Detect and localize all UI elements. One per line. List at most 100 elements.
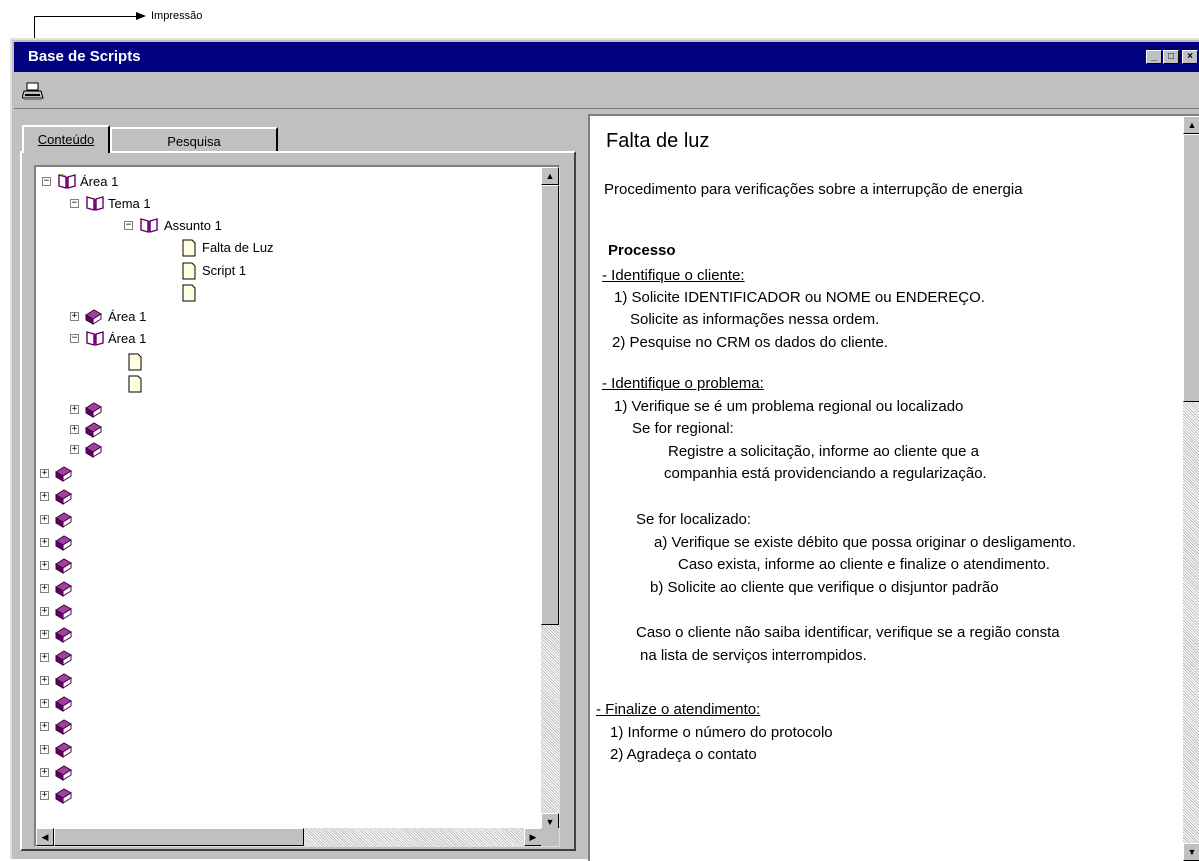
step-line: Caso exista, informe ao cliente e finali… <box>678 556 1050 573</box>
annotation-line <box>34 16 35 38</box>
toolbar <box>14 74 1199 109</box>
book-icon <box>55 489 72 505</box>
book-icon <box>55 604 72 620</box>
book-icon <box>55 742 72 758</box>
page-icon <box>182 239 196 257</box>
close-button[interactable]: × <box>1182 50 1198 64</box>
tree-node-label: Área 1 <box>108 309 147 324</box>
collapse-icon[interactable]: − <box>124 221 133 230</box>
expand-icon[interactable]: + <box>40 469 49 478</box>
scroll-thumb[interactable] <box>541 185 559 625</box>
page-icon <box>128 353 142 371</box>
book-icon <box>55 673 72 689</box>
tree-node-label: Falta de Luz <box>202 240 274 255</box>
maximize-button[interactable]: □ <box>1163 50 1179 64</box>
book-icon <box>55 558 72 574</box>
scroll-up-button[interactable]: ▲ <box>541 167 559 185</box>
scroll-down-button[interactable]: ▼ <box>1183 843 1199 861</box>
step-heading: - Identifique o problema: <box>602 375 764 392</box>
step-line: Se for regional: <box>632 420 734 437</box>
document-subtitle: Procedimento para verificações sobre a i… <box>604 181 1023 198</box>
content-vertical-scrollbar[interactable]: ▲ ▼ <box>1183 116 1199 861</box>
expand-icon[interactable]: + <box>40 699 49 708</box>
content-pane: Falta de luz Procedimento para verificaç… <box>588 114 1199 861</box>
step-line: 2) Pesquise no CRM os dados do cliente. <box>612 334 888 351</box>
step-line: a) Verifique se existe débito que possa … <box>654 534 1076 551</box>
tab-conteudo[interactable]: Conteúdo <box>22 125 110 153</box>
tree-node-label: Área 1 <box>108 331 147 346</box>
step-line: companhia está providenciando a regulari… <box>664 465 987 482</box>
navigation-pane: Conteúdo Pesquisa ▲ ▼ ◀ ▶ − Área 1 − Tem… <box>14 112 586 859</box>
tab-label: Pesquisa <box>167 134 221 149</box>
collapse-icon[interactable]: − <box>70 334 79 343</box>
book-icon <box>55 466 72 482</box>
expand-icon[interactable]: + <box>70 425 79 434</box>
tab-label: Conteúdo <box>37 132 95 147</box>
tree-node-label: Área 1 <box>80 174 119 189</box>
minimize-button[interactable]: _ <box>1146 50 1162 64</box>
tab-panel: ▲ ▼ ◀ ▶ − Área 1 − Tema 1 − Assunto 1 Fa… <box>20 151 576 851</box>
annotation-arrow <box>136 12 146 20</box>
tree-node-label: Assunto 1 <box>164 218 222 233</box>
expand-icon[interactable]: + <box>40 561 49 570</box>
expand-icon[interactable]: + <box>40 722 49 731</box>
tree-vertical-scrollbar[interactable]: ▲ ▼ <box>541 167 559 831</box>
tree-horizontal-scrollbar[interactable]: ◀ ▶ <box>36 828 542 846</box>
expand-icon[interactable]: + <box>40 745 49 754</box>
book-icon <box>55 650 72 666</box>
book-icon <box>85 402 102 418</box>
step-line: 2) Agradeça o contato <box>610 746 757 763</box>
open-book-icon <box>86 331 104 346</box>
window-title: Base de Scripts <box>28 48 141 65</box>
print-button[interactable] <box>21 82 44 102</box>
book-icon <box>55 765 72 781</box>
collapse-icon[interactable]: − <box>70 199 79 208</box>
expand-icon[interactable]: + <box>40 676 49 685</box>
annotation-line <box>34 16 140 17</box>
book-icon <box>55 512 72 528</box>
expand-icon[interactable]: + <box>40 630 49 639</box>
open-book-icon <box>86 196 104 211</box>
book-icon <box>55 719 72 735</box>
expand-icon[interactable]: + <box>70 405 79 414</box>
title-bar[interactable]: Base de Scripts _ □ × <box>14 42 1199 72</box>
step-line: Solicite as informações nessa ordem. <box>630 311 880 328</box>
scroll-corner <box>541 828 559 846</box>
expand-icon[interactable]: + <box>40 515 49 524</box>
contents-tree[interactable]: ▲ ▼ ◀ ▶ − Área 1 − Tema 1 − Assunto 1 Fa… <box>34 165 560 847</box>
scroll-left-button[interactable]: ◀ <box>36 828 54 846</box>
expand-icon[interactable]: + <box>40 768 49 777</box>
expand-icon[interactable]: + <box>40 791 49 800</box>
open-book-icon <box>140 218 158 233</box>
scroll-up-button[interactable]: ▲ <box>1183 116 1199 134</box>
collapse-icon[interactable]: − <box>42 177 51 186</box>
step-line: 1) Verifique se é um problema regional o… <box>614 398 964 415</box>
tree-node-label: Script 1 <box>202 263 247 278</box>
document-title: Falta de luz <box>606 130 710 152</box>
expand-icon[interactable]: + <box>70 312 79 321</box>
printer-icon <box>21 82 44 100</box>
step-line: 1) Informe o número do protocolo <box>610 724 833 741</box>
book-icon <box>85 442 102 458</box>
expand-icon[interactable]: + <box>40 492 49 501</box>
step-line: na lista de serviços interrompidos. <box>640 647 867 664</box>
step-line: Registre a solicitação, informe ao clien… <box>668 443 980 460</box>
book-icon <box>55 627 72 643</box>
scroll-right-button[interactable]: ▶ <box>524 828 542 846</box>
tab-pesquisa[interactable]: Pesquisa <box>110 127 278 153</box>
expand-icon[interactable]: + <box>40 607 49 616</box>
book-icon <box>85 422 102 438</box>
step-heading: - Identifique o cliente: <box>602 267 745 284</box>
expand-icon[interactable]: + <box>40 538 49 547</box>
annotation-label: Impressão <box>151 10 203 22</box>
expand-icon[interactable]: + <box>70 445 79 454</box>
book-icon <box>55 581 72 597</box>
scroll-thumb[interactable] <box>54 828 304 846</box>
section-heading: Processo <box>608 242 676 259</box>
book-icon <box>55 696 72 712</box>
expand-icon[interactable]: + <box>40 584 49 593</box>
book-icon <box>55 788 72 804</box>
open-book-icon <box>58 173 76 189</box>
expand-icon[interactable]: + <box>40 653 49 662</box>
scroll-thumb[interactable] <box>1183 134 1199 402</box>
